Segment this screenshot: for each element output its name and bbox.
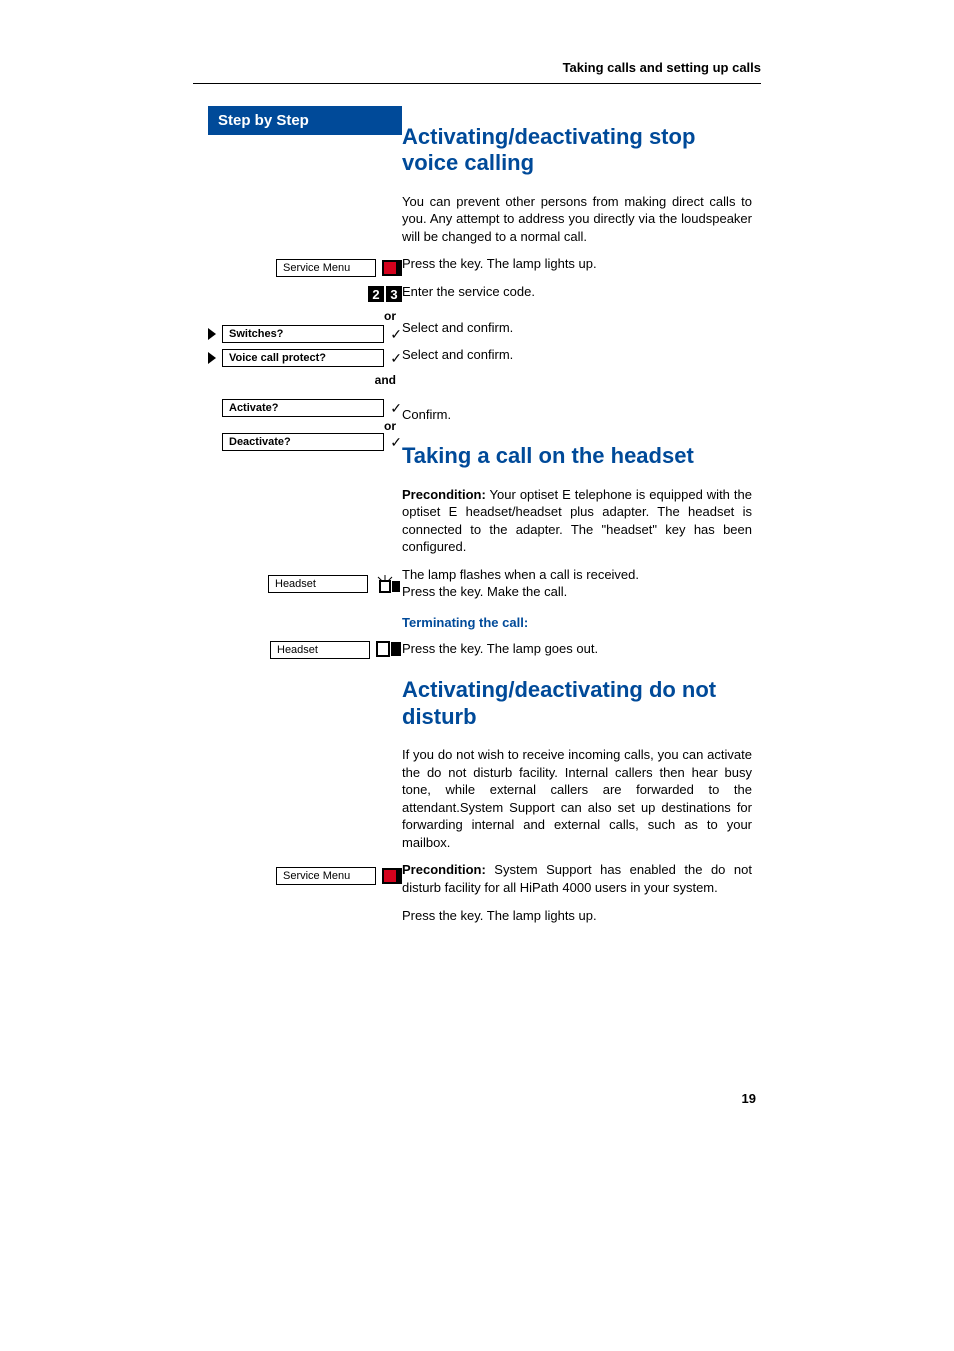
step-text: Select and confirm. [402, 319, 752, 337]
step-text: Press the key. Make the call. [402, 583, 752, 601]
check-icon: ✓ [390, 350, 402, 367]
lamp-flash-icon [374, 575, 402, 593]
precondition-para: Precondition: Your optiset E telephone i… [402, 486, 752, 556]
intro-para-3: If you do not wish to receive incoming c… [402, 746, 752, 851]
connector-or: or [208, 309, 402, 323]
arrow-icon [208, 328, 216, 340]
key-headset-incoming: Headset [208, 573, 402, 595]
check-icon: ✓ [390, 434, 402, 451]
arrow-icon [208, 352, 216, 364]
key-service-menu-2: Service Menu [208, 865, 402, 887]
voice-protect-label: Voice call protect? [222, 349, 384, 367]
menu-voice-call-protect: Voice call protect? ✓ [208, 347, 402, 369]
heading-headset: Taking a call on the headset [402, 443, 752, 469]
step-text: Confirm. [402, 406, 752, 424]
precondition-label: Precondition: [402, 862, 486, 877]
step-text: Press the key. The lamp goes out. [402, 640, 752, 658]
digit-key-3: 3 [386, 286, 402, 302]
activate-label: Activate? [222, 399, 384, 417]
heading-dnd: Activating/deactivating do not disturb [402, 677, 752, 730]
headset-label: Headset [268, 575, 368, 593]
step-sidebar: Step by Step Service Menu 2 3 or [0, 106, 402, 934]
running-header: Taking calls and setting up calls [0, 60, 954, 83]
precondition-label: Precondition: [402, 487, 486, 502]
intro-para-1: You can prevent other persons from makin… [402, 193, 752, 246]
menu-switches: Switches? ✓ [208, 323, 402, 345]
lamp-icon [382, 868, 402, 884]
step-text: Enter the service code. [402, 283, 752, 301]
key-service-menu: Service Menu [208, 257, 402, 279]
menu-activate: Activate? ✓ [208, 397, 402, 419]
step-text: Press the key. The lamp lights up. [402, 255, 752, 273]
content-column: Activating/deactivating stop voice calli… [402, 106, 762, 934]
service-menu-label: Service Menu [276, 867, 376, 885]
heading-stop-voice-calling: Activating/deactivating stop voice calli… [402, 124, 752, 177]
menu-deactivate: Deactivate? ✓ [208, 431, 402, 453]
subhead-terminating: Terminating the call: [402, 615, 752, 630]
step-text: Select and confirm. [402, 346, 752, 364]
connector-and: and [208, 373, 402, 387]
headset-label: Headset [270, 641, 370, 659]
check-icon: ✓ [390, 400, 402, 417]
deactivate-label: Deactivate? [222, 433, 384, 451]
digit-key-2: 2 [368, 286, 384, 302]
lamp-off-icon [376, 641, 402, 660]
service-code-keys: 2 3 [208, 283, 402, 305]
sidebar-title: Step by Step [208, 106, 402, 135]
lamp-icon [382, 260, 402, 276]
page-number: 19 [742, 1091, 756, 1106]
service-menu-label: Service Menu [276, 259, 376, 277]
step-text: The lamp flashes when a call is received… [402, 566, 752, 584]
check-icon: ✓ [390, 326, 402, 343]
key-headset-terminate: Headset [208, 639, 402, 661]
precondition-para-3: Precondition: System Support has enabled… [402, 861, 752, 896]
header-rule [193, 83, 761, 84]
step-text: Press the key. The lamp lights up. [402, 907, 752, 925]
switches-label: Switches? [222, 325, 384, 343]
